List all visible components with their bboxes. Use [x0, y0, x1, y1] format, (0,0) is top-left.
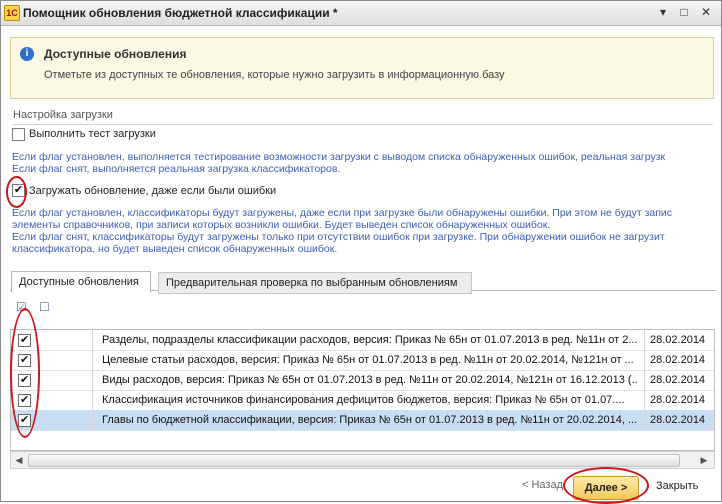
info-text: Отметьте из доступных те обновления, кот…: [44, 69, 505, 81]
check-all-icon[interactable]: ☑: [16, 301, 29, 314]
row-checkbox[interactable]: ✔: [18, 414, 31, 427]
load-with-errors-label[interactable]: Загружать обновление, даже если были оши…: [29, 185, 276, 197]
window-title: Помощник обновления бюджетной классифика…: [23, 6, 338, 20]
maximize-icon[interactable]: □: [676, 5, 692, 20]
row-date: 28.02.2014: [650, 374, 706, 386]
table-row-selected[interactable]: ✔ Главы по бюджетной классификации, верс…: [11, 410, 714, 431]
row-name: Виды расходов, версия: Приказ № 65н от 0…: [102, 374, 637, 386]
tab-available-updates[interactable]: Доступные обновления: [11, 271, 151, 293]
tab-preliminary-check[interactable]: Предварительная проверка по выбранным об…: [158, 272, 472, 294]
info-panel: i Доступные обновления Отметьте из досту…: [10, 37, 714, 99]
uncheck-all-icon[interactable]: ☐: [39, 301, 52, 314]
row-name: Классификация источников финансирования …: [102, 394, 625, 406]
row-name: Главы по бюджетной классификации, версия…: [102, 414, 637, 426]
scroll-right-icon[interactable]: ▶: [697, 453, 711, 467]
table-row[interactable]: ✔ Классификация источников финансировани…: [11, 390, 714, 411]
test-load-checkbox[interactable]: [12, 128, 25, 141]
row-checkbox[interactable]: ✔: [18, 394, 31, 407]
back-button[interactable]: < Назад: [522, 479, 563, 491]
row-date: 28.02.2014: [650, 394, 706, 406]
table-row[interactable]: ✔ Разделы, подразделы классификации расх…: [11, 330, 714, 351]
window-menu-icon[interactable]: ▾: [655, 5, 671, 20]
row-name: Целевые статьи расходов, версия: Приказ …: [102, 354, 634, 366]
next-button[interactable]: Далее >: [573, 476, 639, 500]
table-row[interactable]: ✔ Целевые статьи расходов, версия: Прика…: [11, 350, 714, 371]
test-load-hint: Если флаг установлен, выполняется тестир…: [12, 151, 666, 175]
close-button[interactable]: Закрыть: [656, 480, 698, 492]
info-title: Доступные обновления: [44, 47, 187, 61]
load-with-errors-hint: Если флаг установлен, классификаторы буд…: [12, 207, 673, 255]
row-checkbox[interactable]: ✔: [18, 334, 31, 347]
settings-group-divider: [13, 124, 713, 125]
row-date: 28.02.2014: [650, 414, 706, 426]
row-date: 28.02.2014: [650, 354, 706, 366]
updates-table: ✔ Разделы, подразделы классификации расх…: [10, 329, 715, 451]
title-bar: 1С Помощник обновления бюджетной классиф…: [1, 1, 721, 26]
info-icon: i: [20, 47, 34, 61]
row-checkbox[interactable]: ✔: [18, 374, 31, 387]
table-row[interactable]: ✔ Виды расходов, версия: Приказ № 65н от…: [11, 370, 714, 391]
row-date: 28.02.2014: [650, 334, 706, 346]
scroll-left-icon[interactable]: ◀: [12, 453, 26, 467]
horizontal-scrollbar[interactable]: ◀ ▶: [10, 451, 715, 469]
scrollbar-thumb[interactable]: [28, 454, 680, 467]
row-name: Разделы, подразделы классификации расход…: [102, 334, 637, 346]
close-icon[interactable]: ✕: [698, 5, 714, 20]
row-checkbox[interactable]: ✔: [18, 354, 31, 367]
test-load-label[interactable]: Выполнить тест загрузки: [29, 128, 156, 140]
dialog-window: 1С Помощник обновления бюджетной классиф…: [0, 0, 722, 504]
settings-group-title: Настройка загрузки: [13, 109, 113, 121]
load-with-errors-checkbox[interactable]: ✔: [12, 184, 25, 197]
app-logo-icon: 1С: [4, 5, 20, 21]
